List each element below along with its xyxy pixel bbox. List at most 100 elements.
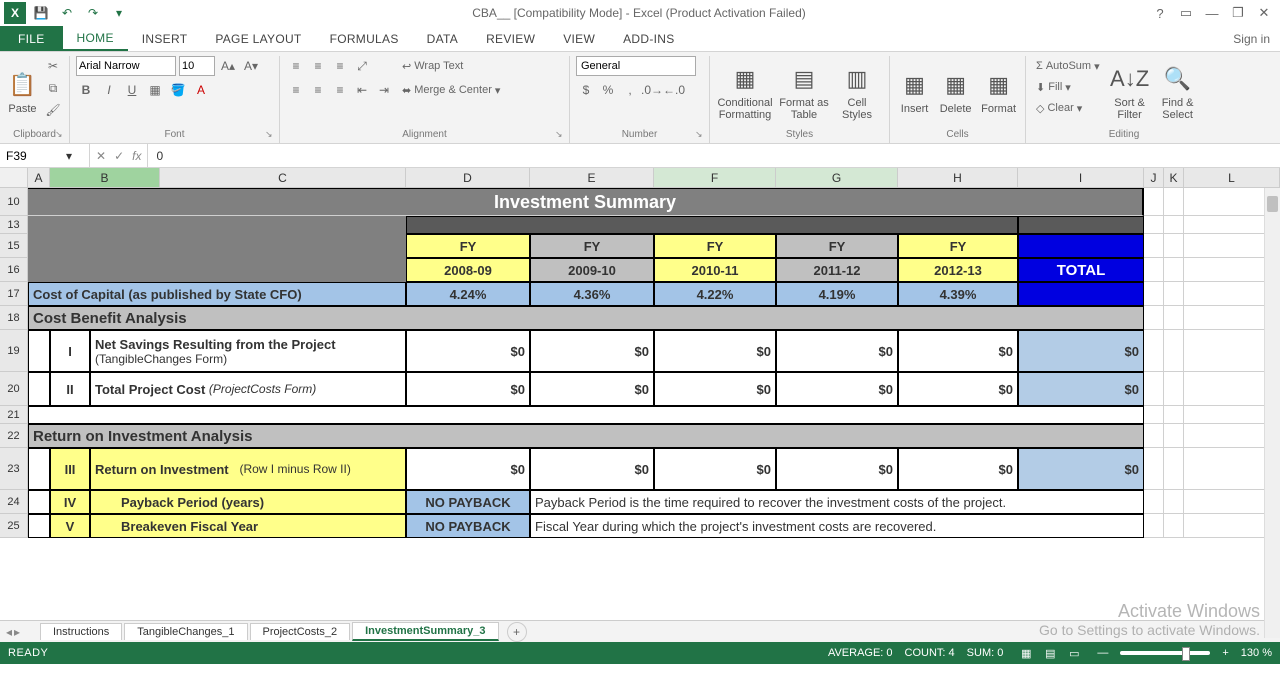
col-header-l[interactable]: L — [1184, 168, 1280, 187]
cell-total-label[interactable]: TOTAL — [1018, 258, 1144, 282]
cell-fy-1[interactable]: 2009-10 — [530, 258, 654, 282]
cell-fy-label[interactable]: FY — [530, 234, 654, 258]
cell-r3-v0[interactable]: $0 — [406, 448, 530, 490]
worksheet-grid[interactable]: 10 Investment Summary 13 15 FY FY FY FY … — [0, 188, 1280, 620]
cell-blank[interactable] — [1164, 330, 1184, 372]
font-name-select[interactable] — [76, 56, 176, 76]
decrease-decimal-icon[interactable]: ←.0 — [664, 80, 684, 100]
decrease-font-icon[interactable]: A▾ — [241, 56, 261, 76]
tab-formulas[interactable]: FORMULAS — [316, 26, 413, 51]
increase-indent-icon[interactable]: ⇥ — [374, 80, 394, 100]
row-header[interactable]: 23 — [0, 448, 28, 490]
col-header-h[interactable]: H — [898, 168, 1018, 187]
fill-color-icon[interactable]: 🪣 — [168, 80, 188, 100]
cell-blank[interactable] — [28, 406, 1144, 424]
cell-r2-v0[interactable]: $0 — [406, 372, 530, 406]
conditional-formatting-button[interactable]: ▦ Conditional Formatting — [716, 56, 774, 128]
cancel-formula-icon[interactable]: ✕ — [96, 149, 106, 163]
cell-fy-label[interactable]: FY — [776, 234, 898, 258]
comma-format-icon[interactable]: , — [620, 80, 640, 100]
cell-blank[interactable] — [28, 234, 406, 258]
tab-file[interactable]: FILE — [0, 26, 63, 51]
zoom-slider[interactable] — [1120, 651, 1210, 655]
border-icon[interactable]: ▦ — [145, 80, 165, 100]
zoom-out-button[interactable]: — — [1097, 647, 1108, 659]
cell-blank[interactable] — [1164, 234, 1184, 258]
cell-r3-label[interactable]: Return on Investment (Row I minus Row II… — [90, 448, 406, 490]
number-format-select[interactable] — [576, 56, 696, 76]
cell-coc-0[interactable]: 4.24% — [406, 282, 530, 306]
cell-fy-label[interactable]: FY — [654, 234, 776, 258]
col-header-a[interactable]: A — [28, 168, 50, 187]
sheet-tab-projectcosts[interactable]: ProjectCosts_2 — [250, 623, 351, 640]
cell-r1-v1[interactable]: $0 — [530, 330, 654, 372]
cell-r2-label[interactable]: Total Project Cost (ProjectCosts Form) — [90, 372, 406, 406]
page-break-view-icon[interactable]: ▭ — [1063, 645, 1085, 661]
col-header-b[interactable]: B — [50, 168, 160, 187]
vertical-scrollbar[interactable] — [1264, 188, 1280, 638]
row-header[interactable]: 10 — [0, 188, 28, 216]
cell-coc-1[interactable]: 4.36% — [530, 282, 654, 306]
col-header-d[interactable]: D — [406, 168, 530, 187]
cell-blank[interactable] — [1164, 216, 1184, 234]
col-header-f[interactable]: F — [654, 168, 776, 187]
number-dialog-launcher-icon[interactable]: ↘ — [695, 129, 707, 141]
italic-button[interactable]: I — [99, 80, 119, 100]
tab-review[interactable]: REVIEW — [472, 26, 549, 51]
row-header[interactable]: 20 — [0, 372, 28, 406]
add-sheet-button[interactable]: + — [507, 622, 527, 642]
cell-r1-v0[interactable]: $0 — [406, 330, 530, 372]
cell-fy-3[interactable]: 2011-12 — [776, 258, 898, 282]
col-header-c[interactable]: C — [160, 168, 406, 187]
excel-icon[interactable]: X — [4, 2, 26, 24]
col-header-e[interactable]: E — [530, 168, 654, 187]
row-header[interactable]: 15 — [0, 234, 28, 258]
restore-icon[interactable]: ❐ — [1226, 2, 1250, 24]
cell-blank[interactable] — [28, 258, 406, 282]
align-top-icon[interactable]: ≡ — [286, 56, 306, 76]
cell-blank[interactable] — [1018, 216, 1144, 234]
customize-qat-icon[interactable]: ▾ — [108, 2, 130, 24]
cell-blank[interactable] — [1144, 258, 1164, 282]
cell-r3-v3[interactable]: $0 — [776, 448, 898, 490]
close-icon[interactable]: ✕ — [1252, 2, 1276, 24]
cell-blank[interactable] — [1164, 372, 1184, 406]
cell-fy-label[interactable]: FY — [898, 234, 1018, 258]
enter-formula-icon[interactable]: ✓ — [114, 149, 124, 163]
name-box-input[interactable] — [6, 149, 66, 163]
cell-blank[interactable] — [1144, 424, 1164, 448]
cell-blank[interactable] — [28, 490, 50, 514]
cell-r5-desc[interactable]: Fiscal Year during which the project's i… — [530, 514, 1144, 538]
cell-blank[interactable] — [1164, 406, 1184, 424]
cell-coc-4[interactable]: 4.39% — [898, 282, 1018, 306]
zoom-in-button[interactable]: + — [1222, 647, 1228, 659]
cell-fy-0[interactable]: 2008-09 — [406, 258, 530, 282]
cell-r5-label[interactable]: Breakeven Fiscal Year — [90, 514, 406, 538]
delete-button[interactable]: ▦Delete — [937, 56, 974, 128]
cell-r2-v1[interactable]: $0 — [530, 372, 654, 406]
cell-r1-v4[interactable]: $0 — [898, 330, 1018, 372]
cell-r2-v4[interactable]: $0 — [898, 372, 1018, 406]
row-header[interactable]: 25 — [0, 514, 28, 538]
cell-title[interactable]: Investment Summary — [28, 188, 1144, 216]
tab-page-layout[interactable]: PAGE LAYOUT — [201, 26, 315, 51]
col-header-g[interactable]: G — [776, 168, 898, 187]
cell-blank[interactable] — [1144, 216, 1164, 234]
cell-r3-total[interactable]: $0 — [1018, 448, 1144, 490]
cell-blank[interactable] — [1144, 372, 1164, 406]
cell-blank[interactable] — [1144, 406, 1164, 424]
increase-font-icon[interactable]: A▴ — [218, 56, 238, 76]
cell-blank[interactable] — [406, 216, 1018, 234]
cell-r2-v3[interactable]: $0 — [776, 372, 898, 406]
cell-fy-label[interactable]: FY — [406, 234, 530, 258]
cell-blank[interactable] — [1164, 490, 1184, 514]
clipboard-dialog-launcher-icon[interactable]: ↘ — [55, 129, 67, 141]
row-header[interactable]: 13 — [0, 216, 28, 234]
sort-filter-button[interactable]: A↓ZSort & Filter — [1108, 56, 1152, 128]
cell-styles-button[interactable]: ▥ Cell Styles — [834, 56, 880, 128]
cell-r2-num[interactable]: II — [50, 372, 90, 406]
cell-blank[interactable] — [1018, 234, 1144, 258]
cell-blank[interactable] — [1144, 306, 1164, 330]
cell-coc-2[interactable]: 4.22% — [654, 282, 776, 306]
percent-format-icon[interactable]: % — [598, 80, 618, 100]
